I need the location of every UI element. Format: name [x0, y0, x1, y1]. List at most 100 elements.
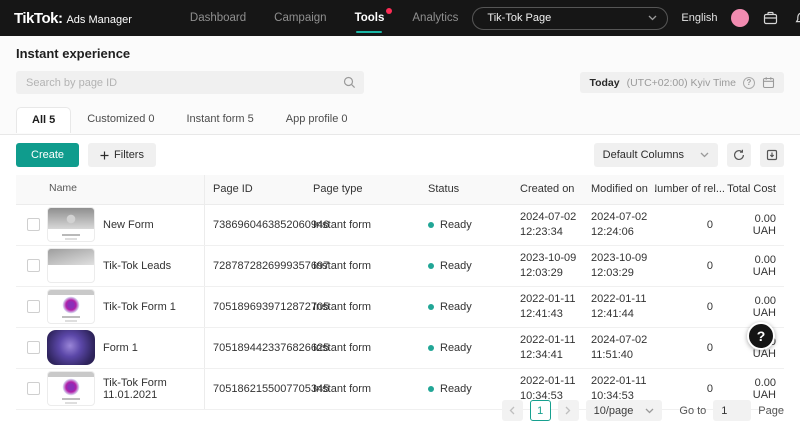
column-number-of-rel: Number of rel...	[655, 175, 725, 204]
table-row: Form 1 7051894423376826625 Instant form …	[16, 328, 784, 369]
main-nav: Dashboard Campaign Tools Analytics	[176, 0, 473, 36]
page-title: Instant experience	[16, 46, 784, 61]
tab-instant-form[interactable]: Instant form 5	[171, 106, 270, 132]
form-name: Form 1	[103, 342, 138, 354]
floating-help-button[interactable]: ?	[747, 322, 775, 350]
status-dot	[428, 222, 434, 228]
status-label: Ready	[440, 260, 472, 272]
refresh-icon	[733, 149, 745, 161]
page-size-value: 10/page	[594, 405, 634, 417]
modified-on-cell: 2024-07-02 12:24:06	[583, 205, 655, 245]
modified-on-cell: 2024-07-02 11:51:40	[583, 328, 655, 368]
page-selector-value: Tik-Tok Page	[487, 12, 551, 24]
form-thumbnail[interactable]	[47, 248, 95, 283]
page-selector-dropdown[interactable]: Tik-Tok Page	[472, 7, 668, 30]
status-dot	[428, 304, 434, 310]
refresh-button[interactable]	[727, 143, 751, 167]
export-icon	[766, 149, 778, 161]
modified-on-cell: 2023-10-09 12:03:29	[583, 246, 655, 286]
form-thumbnail[interactable]	[47, 330, 95, 365]
tab-customized[interactable]: Customized 0	[71, 106, 170, 132]
status-label: Ready	[440, 342, 472, 354]
calendar-icon	[762, 76, 775, 89]
filters-label: Filters	[114, 149, 144, 161]
created-on-cell: 2022-01-11 12:41:43	[512, 287, 583, 327]
product-text: Ads Manager	[66, 14, 131, 26]
column-name: Name	[16, 175, 205, 204]
date-range-picker[interactable]: Today (UTC+02:00) Kyiv Time ?	[580, 72, 784, 93]
tab-all[interactable]: All 5	[16, 107, 71, 133]
number-of-rel-cell: 0	[655, 328, 725, 368]
goto-page-input[interactable]	[713, 400, 751, 421]
form-name: Tik-Tok Leads	[103, 260, 171, 272]
chevron-down-icon	[648, 15, 657, 21]
created-on-cell: 2023-10-09 12:03:29	[512, 246, 583, 286]
status-label: Ready	[440, 219, 472, 231]
notifications-bell-icon[interactable]	[793, 9, 800, 27]
chevron-down-icon	[645, 408, 654, 414]
chevron-down-icon	[700, 152, 709, 158]
page-type-cell: Instant form	[305, 287, 420, 327]
table-row: New Form 7386960463852060946 Instant for…	[16, 205, 784, 246]
row-checkbox[interactable]	[27, 300, 40, 313]
column-page-type: Page type	[305, 175, 420, 204]
columns-dropdown[interactable]: Default Columns	[594, 143, 718, 167]
row-checkbox[interactable]	[27, 259, 40, 272]
language-selector[interactable]: English	[681, 12, 717, 24]
row-checkbox[interactable]	[27, 382, 40, 395]
nav-item-dashboard[interactable]: Dashboard	[176, 0, 260, 36]
date-range-value: Today	[589, 77, 619, 89]
search-input[interactable]	[16, 71, 364, 94]
modified-on-cell: 2022-01-11 12:41:44	[583, 287, 655, 327]
status-cell: Ready	[420, 328, 512, 368]
chevron-right-icon	[565, 406, 571, 415]
form-name: New Form	[103, 219, 154, 231]
status-cell: Ready	[420, 369, 512, 409]
column-created-on: Created on	[512, 175, 583, 204]
forms-table: Name Page ID Page type Status Created on…	[16, 175, 784, 410]
create-button[interactable]: Create	[16, 143, 79, 167]
prev-page-button[interactable]	[502, 400, 523, 421]
page-id-cell: 7051862155007705345	[205, 369, 305, 409]
page-size-select[interactable]: 10/page	[586, 400, 663, 421]
avatar[interactable]	[731, 9, 749, 27]
next-page-button[interactable]	[558, 400, 579, 421]
table-row: Tik-Tok Leads 7287872826999357697 Instan…	[16, 246, 784, 287]
form-thumbnail[interactable]	[47, 207, 95, 242]
table-body: New Form 7386960463852060946 Instant for…	[16, 205, 784, 410]
filters-button[interactable]: Filters	[88, 143, 156, 167]
total-cost-cell: 0.00 UAH	[725, 246, 784, 286]
toolbar: Create Filters Default Columns	[0, 135, 800, 173]
row-checkbox[interactable]	[27, 341, 40, 354]
timezone-help-icon[interactable]: ?	[743, 77, 755, 89]
content-panel: Create Filters Default Columns Name Page…	[0, 134, 800, 428]
page-type-cell: Instant form	[305, 205, 420, 245]
column-modified-on: Modified on	[583, 175, 655, 204]
export-button[interactable]	[760, 143, 784, 167]
chevron-left-icon	[509, 406, 515, 415]
pagination: 1 10/page Go to Page	[502, 400, 784, 421]
page-header: Instant experience Today (UTC+02:00) Kyi…	[0, 36, 800, 94]
tiktok-logo[interactable]: TikTok:Ads Manager	[14, 10, 132, 27]
status-dot	[428, 345, 434, 351]
nav-item-tools[interactable]: Tools	[341, 0, 399, 36]
number-of-rel-cell: 0	[655, 205, 725, 245]
tab-bar: All 5 Customized 0 Instant form 5 App pr…	[16, 106, 800, 132]
column-total-cost: Total Cost	[725, 175, 784, 204]
form-thumbnail[interactable]	[47, 371, 95, 406]
form-thumbnail[interactable]	[47, 289, 95, 324]
page-id-cell: 7287872826999357697	[205, 246, 305, 286]
status-label: Ready	[440, 383, 472, 395]
form-name: Tik-Tok Form 11.01.2021	[103, 377, 204, 401]
business-center-icon[interactable]	[762, 9, 780, 27]
current-page-button[interactable]: 1	[530, 400, 551, 421]
nav-item-campaign[interactable]: Campaign	[260, 0, 340, 36]
nav-item-analytics[interactable]: Analytics	[398, 0, 472, 36]
search-box	[16, 71, 364, 94]
form-name: Tik-Tok Form 1	[103, 301, 176, 313]
tab-app-profile[interactable]: App profile 0	[270, 106, 364, 132]
status-cell: Ready	[420, 246, 512, 286]
nav-item-label: Tools	[355, 12, 385, 24]
row-checkbox[interactable]	[27, 218, 40, 231]
page-type-cell: Instant form	[305, 328, 420, 368]
